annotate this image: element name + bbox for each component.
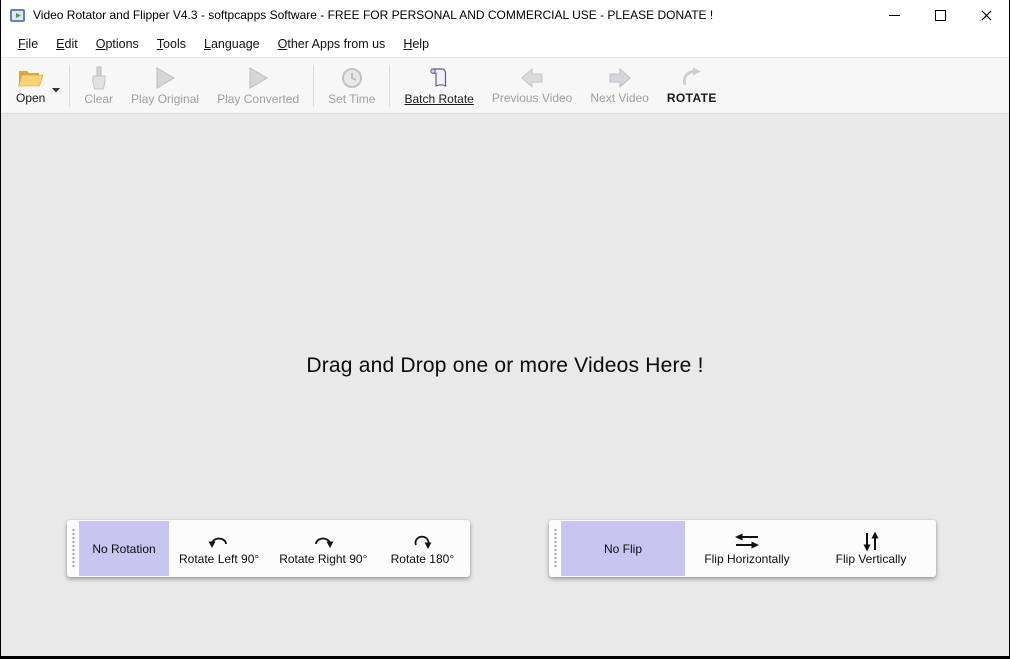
rotate-180-label: Rotate 180° — [391, 552, 455, 566]
no-flip-label: No Flip — [604, 542, 642, 556]
clock-icon — [340, 66, 364, 90]
menu-tools[interactable]: Tools — [148, 32, 195, 56]
rotate-left-icon — [207, 532, 231, 551]
menu-options[interactable]: Options — [87, 32, 148, 56]
flip-vertically-label: Flip Vertically — [836, 552, 907, 566]
no-flip-button[interactable]: No Flip — [561, 521, 685, 576]
open-folder-icon — [17, 67, 44, 89]
no-rotation-button[interactable]: No Rotation — [79, 521, 169, 576]
play-original-button[interactable]: Play Original — [122, 63, 208, 109]
rotate-arrow-icon — [680, 67, 704, 89]
menubar: File Edit Options Tools Language Other A… — [1, 30, 1009, 57]
rotate-left-label: Rotate Left 90° — [179, 552, 259, 566]
rotate-180-icon — [410, 532, 434, 551]
flip-toolstrip: No Flip Flip Horizontally — [549, 520, 936, 577]
rotate-label: ROTATE — [667, 91, 717, 105]
clear-button[interactable]: Clear — [75, 63, 122, 109]
rotate-right-icon — [311, 532, 335, 551]
menu-language[interactable]: Language — [195, 32, 269, 56]
open-dropdown-button[interactable] — [52, 74, 64, 98]
clear-icon — [89, 66, 109, 90]
rotate-button[interactable]: ROTATE — [658, 64, 726, 108]
menu-edit[interactable]: Edit — [47, 32, 87, 56]
toolstrip-grip[interactable] — [72, 528, 75, 569]
previous-video-label: Previous Video — [492, 91, 573, 105]
set-time-label: Set Time — [328, 92, 375, 106]
flip-horizontal-icon — [734, 532, 760, 551]
rotate-left-90-button[interactable]: Rotate Left 90° — [169, 521, 269, 576]
rotate-180-button[interactable]: Rotate 180° — [377, 521, 467, 576]
play-converted-label: Play Converted — [217, 92, 299, 106]
flip-horizontally-button[interactable]: Flip Horizontally — [685, 521, 809, 576]
clear-label: Clear — [84, 92, 113, 106]
open-button[interactable]: Open — [7, 64, 54, 108]
maximize-button[interactable] — [917, 0, 963, 30]
menu-file[interactable]: File — [9, 32, 47, 56]
flip-vertically-button[interactable]: Flip Vertically — [809, 521, 933, 576]
app-icon — [9, 7, 26, 24]
toolbar-separator — [389, 65, 390, 107]
set-time-button[interactable]: Set Time — [319, 63, 384, 109]
rotation-toolstrip: No Rotation Rotate Left 90° — [67, 520, 470, 577]
flip-horizontally-label: Flip Horizontally — [704, 552, 789, 566]
rotate-right-label: Rotate Right 90° — [279, 552, 367, 566]
arrow-right-icon — [608, 67, 632, 89]
menu-other-apps[interactable]: Other Apps from us — [269, 32, 395, 56]
window-title: Video Rotator and Flipper V4.3 - softpca… — [33, 8, 871, 22]
chevron-down-icon — [52, 88, 60, 93]
toolbar-separator — [313, 65, 314, 107]
batch-rotate-label: Batch Rotate — [404, 92, 473, 106]
batch-rotate-button[interactable]: Batch Rotate — [395, 63, 482, 109]
flip-vertical-icon — [862, 532, 880, 551]
play-icon — [154, 66, 176, 90]
previous-video-button[interactable]: Previous Video — [483, 64, 582, 108]
minimize-icon — [889, 15, 900, 16]
batch-rotate-scroll-icon — [427, 66, 451, 90]
app-window: Video Rotator and Flipper V4.3 - softpca… — [1, 0, 1009, 656]
drop-area[interactable]: Drag and Drop one or more Videos Here ! … — [1, 114, 1009, 656]
titlebar: Video Rotator and Flipper V4.3 - softpca… — [1, 0, 1009, 30]
toolbar-separator — [69, 65, 70, 107]
play-original-label: Play Original — [131, 92, 199, 106]
next-video-label: Next Video — [590, 91, 648, 105]
rotate-right-90-button[interactable]: Rotate Right 90° — [269, 521, 377, 576]
open-label: Open — [16, 91, 45, 105]
maximize-icon — [935, 10, 946, 21]
arrow-left-icon — [520, 67, 544, 89]
next-video-button[interactable]: Next Video — [581, 64, 657, 108]
play-converted-button[interactable]: Play Converted — [208, 63, 308, 109]
menu-help[interactable]: Help — [394, 32, 438, 56]
toolbar: Open Clear Play Original Play Co — [1, 57, 1009, 114]
toolstrip-grip[interactable] — [554, 528, 557, 569]
play-icon — [247, 66, 269, 90]
drop-message: Drag and Drop one or more Videos Here ! — [1, 354, 1009, 378]
no-rotation-label: No Rotation — [92, 542, 155, 556]
close-button[interactable] — [963, 0, 1009, 30]
minimize-button[interactable] — [871, 0, 917, 30]
close-icon — [981, 10, 992, 21]
